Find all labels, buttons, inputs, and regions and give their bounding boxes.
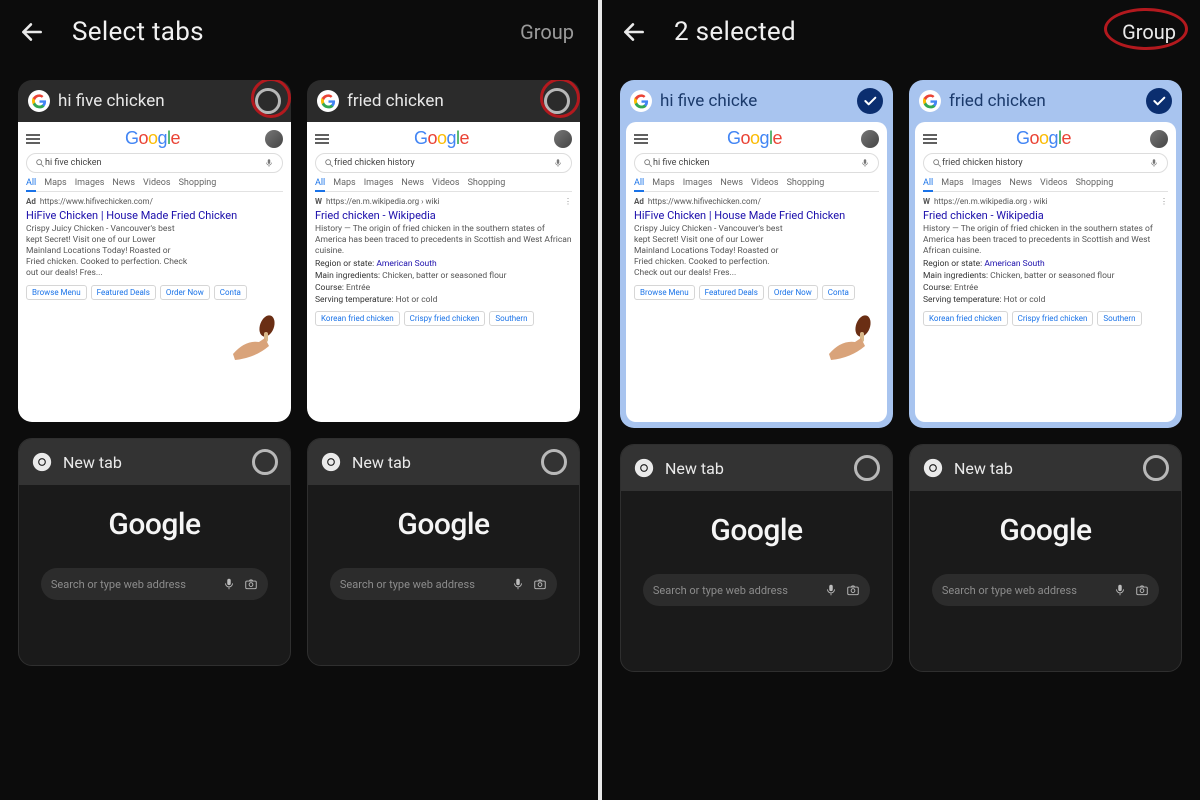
google-favicon-icon bbox=[317, 90, 339, 112]
tab-title: fried chicken bbox=[949, 91, 1138, 111]
tab-title: hi five chicke bbox=[660, 91, 849, 111]
google-favicon-icon bbox=[919, 90, 941, 112]
google-logo-icon: Google bbox=[414, 128, 469, 149]
avatar-icon bbox=[554, 130, 572, 148]
chrome-icon bbox=[320, 451, 342, 473]
hamburger-icon bbox=[315, 134, 329, 144]
omnibox[interactable]: Search or type web address bbox=[932, 574, 1159, 606]
select-toggle[interactable] bbox=[252, 449, 278, 475]
new-tab-card[interactable]: New tab Google Search or type web addres… bbox=[909, 444, 1182, 672]
tab-card[interactable]: hi five chicken Google hi five chicken bbox=[18, 80, 291, 422]
google-favicon-icon bbox=[28, 90, 50, 112]
group-button[interactable]: Group bbox=[1116, 16, 1182, 48]
group-button[interactable]: Group bbox=[514, 16, 580, 48]
omnibox[interactable]: Search or type web address bbox=[41, 568, 268, 600]
select-toggle[interactable] bbox=[854, 455, 880, 481]
page-title: 2 selected bbox=[674, 17, 1116, 47]
sitelinks: Browse MenuFeatured DealsOrder NowConta bbox=[26, 285, 283, 300]
camera-icon bbox=[244, 577, 258, 591]
select-toggle[interactable] bbox=[1146, 88, 1172, 114]
mic-icon bbox=[553, 158, 563, 168]
tab-title: hi five chicken bbox=[58, 91, 247, 111]
tab-card[interactable]: fried chicken Google fried chicken histo… bbox=[307, 80, 580, 422]
select-toggle[interactable] bbox=[255, 88, 281, 114]
camera-icon bbox=[1135, 583, 1149, 597]
arrow-left-icon bbox=[621, 19, 647, 45]
select-toggle[interactable] bbox=[857, 88, 883, 114]
back-button[interactable] bbox=[620, 18, 648, 46]
tab-card[interactable]: fried chicken Google fried chicken histo… bbox=[909, 80, 1182, 428]
topbar: Select tabs Group bbox=[0, 0, 598, 64]
avatar-icon bbox=[265, 130, 283, 148]
phone-left: Select tabs Group hi five chicken Google bbox=[0, 0, 598, 800]
search-icon bbox=[35, 158, 45, 168]
chrome-icon bbox=[633, 457, 655, 479]
new-tab-card[interactable]: New tab Google Search or type web addres… bbox=[307, 438, 580, 666]
result-link: HiFive Chicken | House Made Fried Chicke… bbox=[26, 209, 283, 222]
omnibox[interactable]: Search or type web address bbox=[643, 574, 870, 606]
camera-icon bbox=[533, 577, 547, 591]
phone-right: 2 selected Group hi five chicke Google h… bbox=[602, 0, 1200, 800]
search-icon bbox=[324, 158, 334, 168]
arrow-left-icon bbox=[19, 19, 45, 45]
mic-icon bbox=[1113, 583, 1127, 597]
tab-title: fried chicken bbox=[347, 91, 536, 111]
google-logo-icon: Google bbox=[125, 128, 180, 149]
google-favicon-icon bbox=[630, 90, 652, 112]
check-icon bbox=[1151, 93, 1167, 109]
new-tab-card[interactable]: New tab Google Search or type web addres… bbox=[18, 438, 291, 666]
tab-thumbnail: Google fried chicken history AllMapsImag… bbox=[307, 122, 580, 422]
search-bar: hi five chicken bbox=[26, 153, 283, 173]
mic-icon bbox=[824, 583, 838, 597]
mic-icon bbox=[264, 158, 274, 168]
back-button[interactable] bbox=[18, 18, 46, 46]
mic-icon bbox=[222, 577, 236, 591]
chrome-icon bbox=[31, 451, 53, 473]
select-toggle[interactable] bbox=[541, 449, 567, 475]
mic-icon bbox=[511, 577, 525, 591]
tab-title: New tab bbox=[63, 453, 242, 472]
new-tab-card[interactable]: New tab Google Search or type web addres… bbox=[620, 444, 893, 672]
select-toggle[interactable] bbox=[1143, 455, 1169, 481]
page-title: Select tabs bbox=[72, 17, 514, 47]
tab-thumbnail: Google fried chicken history AllMapsImag… bbox=[915, 122, 1176, 422]
chrome-icon bbox=[922, 457, 944, 479]
tab-thumbnail: Google hi five chicken AllMapsImagesNews… bbox=[18, 122, 291, 422]
check-icon bbox=[862, 93, 878, 109]
google-wordmark: Google bbox=[108, 507, 200, 542]
hamburger-icon bbox=[26, 134, 40, 144]
chicken-hand-icon bbox=[225, 312, 285, 362]
tab-grid: hi five chicken Google hi five chicken bbox=[0, 64, 598, 682]
tab-thumbnail: Google hi five chicken AllMapsImagesNews… bbox=[626, 122, 887, 422]
search-tabs: AllMapsImagesNewsVideosShopping bbox=[26, 178, 283, 192]
select-toggle[interactable] bbox=[544, 88, 570, 114]
tab-card[interactable]: hi five chicke Google hi five chicken Al… bbox=[620, 80, 893, 428]
camera-icon bbox=[846, 583, 860, 597]
chicken-hand-icon bbox=[821, 312, 881, 362]
omnibox[interactable]: Search or type web address bbox=[330, 568, 557, 600]
